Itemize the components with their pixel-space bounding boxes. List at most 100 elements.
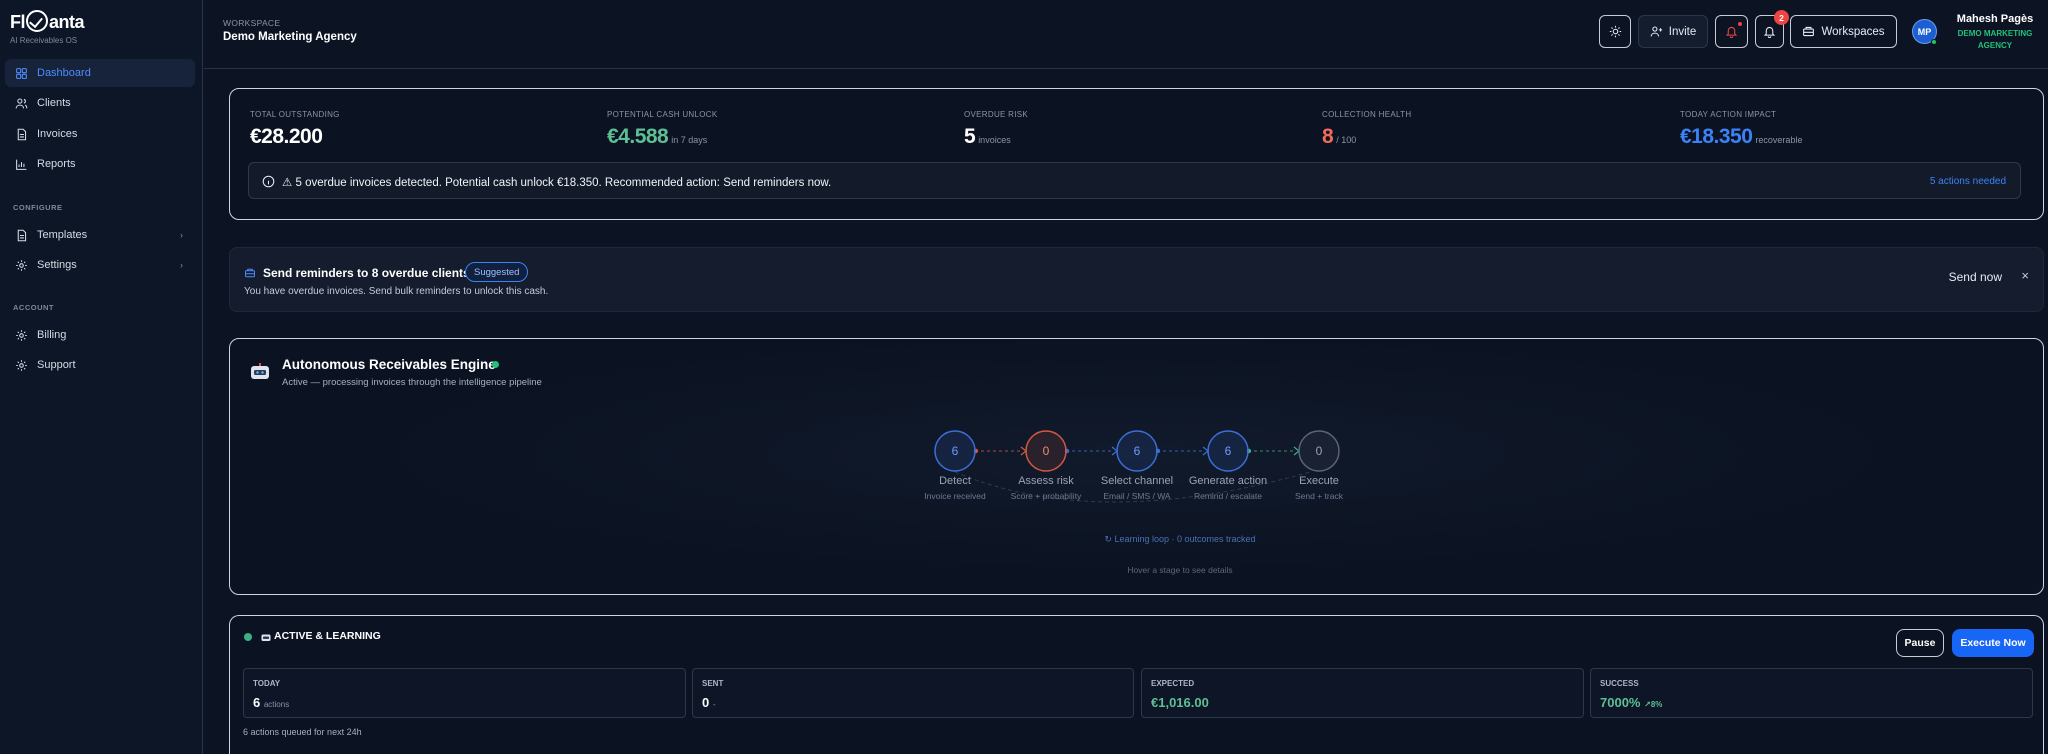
bar-chart-icon <box>16 159 27 170</box>
alert-message: ⚠ 5 overdue invoices detected. Potential… <box>282 177 832 189</box>
kpi-value: 5 invoices <box>964 125 1011 148</box>
users-icon <box>15 98 28 108</box>
send-now-button[interactable]: Send now <box>1949 270 2002 284</box>
building-icon <box>1803 26 1815 37</box>
stat-label: EXPECTED <box>1151 679 1195 688</box>
theme-toggle-button[interactable] <box>1599 15 1631 48</box>
active-learning-card: ACTIVE & LEARNING Pause Execute Now TODA… <box>229 615 2044 754</box>
kpi-summary-card: TOTAL OUTSTANDING €28.200 POTENTIAL CASH… <box>229 88 2044 220</box>
stat-value: €1,016.00 <box>1151 695 1209 710</box>
stat-success: SUCCESS 7000% ↗8% <box>1590 668 2033 718</box>
sidebar: Fl anta AI Receivables OS Dashboard Clien… <box>0 0 203 754</box>
chevron-right-icon: › <box>180 230 183 240</box>
gear-icon <box>16 359 27 371</box>
bell-icon <box>1725 26 1738 38</box>
stage-generate-action-count: 6 <box>1225 444 1232 458</box>
pause-button[interactable]: Pause <box>1896 629 1944 657</box>
stat-value: 6 actions <box>253 695 290 710</box>
user-plus-icon <box>1650 26 1662 37</box>
robot-icon <box>261 634 271 641</box>
sidebar-item-dashboard[interactable]: Dashboard <box>5 59 195 87</box>
sidebar-item-label: Clients <box>37 97 71 109</box>
kpi-label: TOTAL OUTSTANDING <box>250 110 340 119</box>
document-icon <box>17 229 27 241</box>
stage-execute-sub: Send + track <box>1295 491 1343 501</box>
stat-label: TODAY <box>253 679 281 688</box>
learning-loop-text: ↻ Learning loop · 0 outcomes tracked <box>1104 534 1256 544</box>
sun-icon <box>1609 25 1621 38</box>
status-dot <box>244 633 252 641</box>
sidebar-item-label: Templates <box>37 229 88 241</box>
queued-actions-text: 6 actions queued for next 24h <box>243 727 362 737</box>
workspace-label: WORKSPACE <box>223 18 281 28</box>
sidebar-item-clients[interactable]: Clients <box>5 89 195 117</box>
invite-label: Invite <box>1668 25 1697 38</box>
stat-expected: EXPECTED €1,016.00 <box>1141 668 1584 718</box>
stat-label: SENT <box>702 679 724 688</box>
kpi-value: 8/ 100 <box>1322 125 1357 148</box>
sidebar-item-support[interactable]: Support <box>5 351 195 379</box>
sidebar-item-settings[interactable]: Settings › <box>5 251 195 279</box>
user-organization: DEMO MARKETING AGENCY <box>1957 29 2033 50</box>
stage-execute-label: Execute <box>1299 475 1339 487</box>
workspace-name: Demo Marketing Agency <box>223 31 357 43</box>
stat-value: 0 - <box>702 695 716 710</box>
suggestion-banner: Send reminders to 8 overdue clients Sugg… <box>229 247 2044 312</box>
execute-now-button[interactable]: Execute Now <box>1952 629 2034 657</box>
chevron-right-icon: › <box>180 260 183 270</box>
receivables-engine-card: Autonomous Receivables Engine Active — p… <box>229 338 2044 595</box>
workspaces-button[interactable]: Workspaces <box>1790 15 1897 48</box>
sidebar-item-label: Settings <box>37 259 77 271</box>
kpi-value: €28.200 <box>250 125 323 148</box>
check-circle-icon <box>26 10 48 32</box>
kpi-value: €4.588 in 7 days <box>607 125 708 148</box>
app-tagline: AI Receivables OS <box>10 36 78 45</box>
sidebar-item-label: Dashboard <box>37 67 91 79</box>
dashboard-icon <box>16 67 27 79</box>
suggestion-icon <box>245 268 255 278</box>
sidebar-item-label: Reports <box>37 158 76 170</box>
alerts-button[interactable] <box>1715 15 1748 48</box>
actions-needed-link[interactable]: 5 actions needed <box>1930 176 2006 187</box>
hover-hint: Hover a stage to see details <box>1127 565 1233 575</box>
stat-label: SUCCESS <box>1600 679 1639 688</box>
document-icon <box>17 128 27 140</box>
stat-value: 7000% ↗8% <box>1600 695 1663 710</box>
kpi-label: POTENTIAL CASH UNLOCK <box>607 110 718 119</box>
workspaces-label: Workspaces <box>1821 25 1885 38</box>
app-logo[interactable]: Fl anta <box>10 10 85 33</box>
sidebar-item-billing[interactable]: Billing <box>5 321 195 349</box>
close-icon[interactable]: × <box>2021 268 2029 283</box>
online-status-dot <box>1931 39 1937 45</box>
stage-detect-count: 6 <box>952 444 959 458</box>
stage-select-channel-count: 6 <box>1134 444 1141 458</box>
overdue-alert-banner: ⚠ 5 overdue invoices detected. Potential… <box>248 162 2021 199</box>
suggestion-title: Send reminders to 8 overdue clients <box>263 266 470 280</box>
stage-assess-risk-count: 0 <box>1043 444 1050 458</box>
sidebar-section-configure: CONFIGURE <box>13 203 63 212</box>
suggested-badge: Suggested <box>465 262 529 282</box>
suggestion-subtitle: You have overdue invoices. Send bulk rem… <box>244 286 549 297</box>
notification-count-badge: 2 <box>1774 10 1789 25</box>
sidebar-item-reports[interactable]: Reports <box>5 150 195 178</box>
kpi-label: COLLECTION HEALTH <box>1322 110 1412 119</box>
kpi-value: €18.350 recoverable <box>1680 125 1803 148</box>
stat-sent: SENT 0 - <box>692 668 1134 718</box>
bell-icon <box>1763 26 1776 38</box>
sidebar-section-account: ACCOUNT <box>13 303 54 312</box>
kpi-label: TODAY ACTION IMPACT <box>1680 110 1777 119</box>
info-icon <box>262 175 275 188</box>
gear-icon <box>16 259 27 271</box>
sidebar-item-label: Invoices <box>37 128 78 140</box>
sidebar-item-label: Support <box>37 359 76 371</box>
sidebar-item-label: Billing <box>37 329 67 341</box>
notifications-button[interactable]: 2 <box>1755 10 1789 48</box>
sidebar-item-templates[interactable]: Templates › <box>5 221 195 249</box>
pipeline-diagram: 6 0 6 6 0 <box>934 430 1340 503</box>
gear-icon <box>16 329 27 341</box>
kpi-label: OVERDUE RISK <box>964 110 1029 119</box>
invite-button[interactable]: Invite <box>1638 15 1708 48</box>
sidebar-item-invoices[interactable]: Invoices <box>5 120 195 148</box>
stage-execute-count: 0 <box>1316 444 1323 458</box>
user-name[interactable]: Mahesh Pagès <box>1950 13 2040 25</box>
